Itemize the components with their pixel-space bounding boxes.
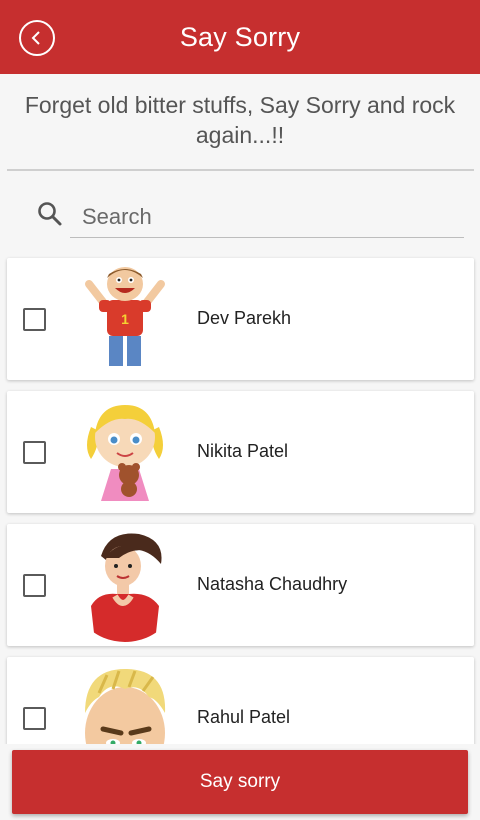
svg-text:1: 1 — [121, 311, 129, 327]
search-input[interactable] — [70, 196, 464, 238]
chevron-left-icon — [31, 31, 40, 45]
contact-checkbox[interactable] — [23, 308, 46, 331]
contact-name: Rahul Patel — [197, 707, 291, 727]
woman-avatar-image — [69, 530, 181, 642]
contact-card-dev-parekh[interactable]: 1 Dev Parekh — [7, 258, 474, 380]
contact-checkbox[interactable] — [23, 441, 46, 464]
back-button[interactable] — [19, 20, 55, 56]
page-title: Say Sorry — [179, 21, 301, 52]
search-icon — [38, 202, 62, 226]
boy-avatar-image: 1 — [69, 264, 181, 376]
girl-avatar-image — [69, 397, 181, 509]
contact-name: Natasha Chaudhry — [197, 574, 348, 594]
contact-card-nikita-patel[interactable]: Nikita Patel — [7, 391, 474, 513]
contact-card-rahul-patel[interactable]: Rahul Patel — [7, 657, 474, 744]
divider — [7, 169, 474, 171]
avatar — [69, 397, 181, 509]
avatar: 1 — [69, 264, 181, 376]
contact-name: Dev Parekh — [197, 308, 292, 328]
app-bar: Say Sorry — [0, 0, 480, 74]
avatar — [69, 530, 181, 642]
avatar — [69, 663, 181, 744]
contact-checkbox[interactable] — [23, 707, 46, 730]
tagline-text: Forget old bitter stuffs, Say Sorry and … — [24, 92, 456, 148]
contact-card-natasha-chaudhry[interactable]: Natasha Chaudhry — [7, 524, 474, 646]
contact-list[interactable]: 1 Dev Parekh Nikita Patel Natasha Chaudh… — [0, 256, 480, 744]
contact-checkbox[interactable] — [23, 574, 46, 597]
man-avatar-image — [69, 663, 181, 744]
say-sorry-button[interactable]: Say sorry — [12, 750, 468, 814]
contact-name: Nikita Patel — [197, 441, 289, 461]
